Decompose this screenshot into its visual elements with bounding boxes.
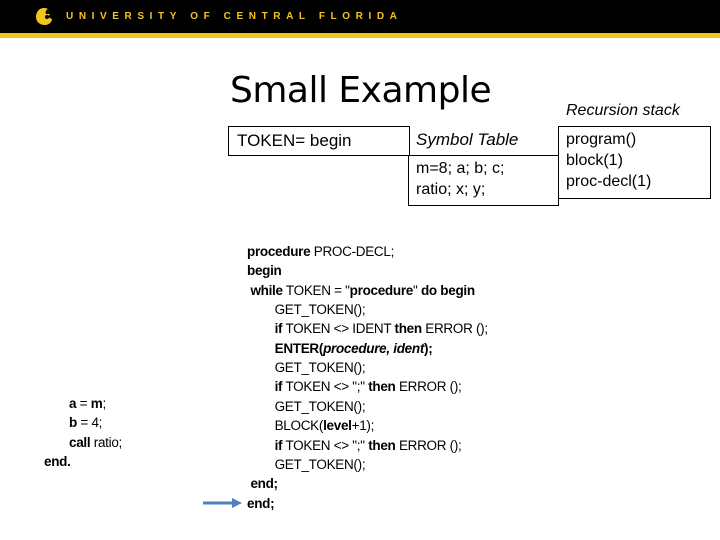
code-token: end; [247,495,275,511]
code-line: while TOKEN = "procedure" do begin [247,283,475,298]
code-line: ENTER(procedure, ident); [247,340,433,356]
symbol-table-line: m=8; a; b; c; [416,160,505,177]
university-name: UNIVERSITY OF CENTRAL FLORIDA [66,11,403,22]
code-token: level [323,418,352,434]
code-token: TOKEN <> ";" [282,379,369,395]
header-accent-stripe [0,33,720,38]
token-value: TOKEN= begin [237,131,352,150]
code-token: TOKEN <> IDENT [282,321,395,337]
code-token: TOKEN = " [282,282,350,298]
code-line: BLOCK(level+1); [247,418,375,434]
code-token: procedure [247,244,311,259]
code-token: do begin [420,282,475,298]
code-token: GET_TOKEN(); [247,456,366,472]
code-token: m [90,396,103,411]
code-token: TOKEN <> ";" [282,437,369,453]
code-token: ERROR (); [421,321,488,337]
recursion-stack-item: block(1) [566,152,623,169]
code-token: +1); [351,418,375,434]
code-token: then [368,437,396,453]
code-token: ENTER( [274,340,324,356]
code-token: end. [44,453,71,469]
code-token: then [394,321,423,337]
recursion-stack-item: program() [566,131,637,148]
code-line: if TOKEN <> ";" then ERROR (); [247,438,462,453]
code-line: b = 4; [69,415,102,430]
code-token: " [413,282,421,298]
code-token: ERROR (); [395,379,462,395]
code-line: GET_TOKEN(); [247,456,366,472]
code-token: BLOCK( [247,418,324,434]
code-token: procedure [349,282,414,298]
code-token: ; [102,396,106,411]
code-line: GET_TOKEN(); [247,360,366,376]
code-token: ); [424,340,433,356]
symbol-table-label: Symbol Table [416,130,519,149]
slide-title: Small Example [230,70,492,111]
code-token: procedure, ident [323,340,425,356]
code-token: begin [247,263,282,279]
code-token: then [368,379,396,395]
symbol-table-box: m=8; a; b; c; ratio; x; y; [408,155,559,206]
recursion-stack-label: Recursion stack [566,102,680,119]
code-token: while [250,282,283,298]
code-token: ERROR (); [395,437,462,453]
right-arrow-icon [203,498,242,508]
code-token: = [76,396,91,411]
code-token: end; [250,476,278,492]
code-line: begin [247,263,282,278]
code-line: GET_TOKEN(); [247,302,366,318]
code-token: GET_TOKEN(); [247,360,366,376]
pegasus-logo-icon [36,8,52,25]
code-line: if TOKEN <> ";" then ERROR (); [247,379,462,394]
code-token: b [69,415,77,431]
code-line: call ratio; [69,435,122,450]
code-line: end; [247,495,275,511]
code-line: if TOKEN <> IDENT then ERROR (); [247,321,489,337]
code-line: a = m; [69,396,106,411]
code-token: call [69,434,91,450]
code-line: end. [44,454,71,469]
code-line: end; [247,476,278,491]
code-token: GET_TOKEN(); [247,398,366,414]
symbol-table-line: ratio; x; y; [416,181,486,198]
code-line: procedure PROC-DECL; [247,244,394,259]
code-token: GET_TOKEN(); [247,302,366,318]
header-bar: UNIVERSITY OF CENTRAL FLORIDA [0,0,720,33]
recursion-stack-item: proc-decl(1) [566,173,652,190]
code-token: PROC-DECL; [310,244,395,259]
code-line: GET_TOKEN(); [247,398,366,414]
recursion-stack-box: program() block(1) proc-decl(1) [558,126,711,199]
token-box: TOKEN= begin [228,126,410,156]
code-token: = 4; [76,415,103,431]
code-token: ratio; [90,434,123,450]
